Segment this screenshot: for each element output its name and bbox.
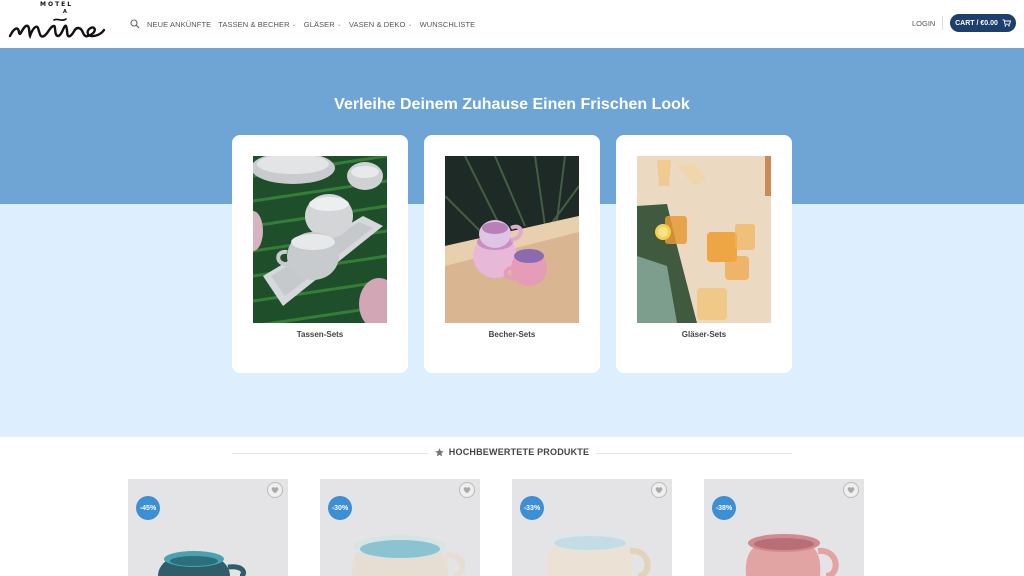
category-label[interactable]: Becher-Sets — [424, 330, 600, 339]
cart-icon — [1002, 19, 1011, 27]
login-link[interactable]: LOGIN — [912, 19, 935, 28]
category-card-tassen-sets[interactable]: Tassen-Sets — [232, 135, 408, 373]
product-image[interactable] — [512, 479, 672, 576]
category-label[interactable]: Gläser-Sets — [616, 330, 792, 339]
nav-item-vasen-deko[interactable]: VASEN & DEKO ⌄ — [349, 20, 413, 29]
heart-icon — [271, 487, 279, 494]
header-divider — [942, 16, 943, 30]
logo-mark — [8, 18, 106, 40]
hero-title: Verleihe Deinem Zuhause Einen Frischen L… — [334, 96, 690, 113]
category-card-becher-sets[interactable]: Becher-Sets — [424, 135, 600, 373]
logo[interactable]: MOTEL A — [8, 0, 108, 46]
product-card[interactable]: -45% — [128, 479, 288, 576]
discount-badge: -45% — [136, 496, 160, 520]
heart-icon — [463, 487, 471, 494]
chevron-down-icon: ⌄ — [336, 21, 342, 28]
chevron-down-icon: ⌄ — [291, 21, 297, 28]
chevron-down-icon: ⌄ — [407, 21, 413, 28]
section-title: HOCHBEWERTETE PRODUKTE — [428, 447, 596, 457]
category-image-tassen-sets[interactable] — [253, 156, 387, 323]
nav-item-glaeser[interactable]: GLÄSER ⌄ — [304, 20, 342, 29]
cart-label: CART / €0.00 — [955, 19, 998, 27]
nav-item-label: VASEN & DEKO — [348, 19, 406, 29]
heart-icon — [655, 487, 663, 494]
discount-badge: -38% — [712, 496, 736, 520]
star-icon — [435, 447, 444, 456]
search-icon[interactable] — [130, 19, 140, 29]
category-card-glaeser-sets[interactable]: Gläser-Sets — [616, 135, 792, 373]
product-image[interactable] — [320, 479, 480, 576]
site-header: MOTEL A NEUE ANKÜNFTE TASSEN & BECHER ⌄ G… — [0, 0, 1024, 48]
nav-item-label: TASSEN & BECHER — [218, 19, 290, 29]
section-header: HOCHBEWERTETE PRODUKTE — [0, 447, 1024, 457]
nav-item-wunschliste[interactable]: WUNSCHLISTE — [420, 20, 476, 29]
main-nav: NEUE ANKÜNFTE TASSEN & BECHER ⌄ GLÄSER ⌄ V… — [130, 17, 482, 31]
cart-button[interactable]: CART / €0.00 — [950, 14, 1016, 32]
product-image[interactable] — [704, 479, 864, 576]
product-card[interactable]: -33% — [512, 479, 672, 576]
category-image-glaeser-sets[interactable] — [637, 156, 771, 323]
product-card[interactable]: -38% — [704, 479, 864, 576]
nav-item-label: WUNSCHLISTE — [419, 19, 476, 29]
nav-item-label: GLÄSER — [303, 19, 335, 29]
category-image-becher-sets[interactable] — [445, 156, 579, 323]
wishlist-button[interactable] — [843, 482, 859, 498]
nav-item-tassen-becher[interactable]: TASSEN & BECHER ⌄ — [218, 20, 297, 29]
discount-badge: -30% — [328, 496, 352, 520]
section-title-text: HOCHBEWERTETE PRODUKTE — [448, 447, 590, 457]
nav-item-label: NEUE ANKÜNFTE — [147, 19, 212, 29]
nav-item-neue-ankuenfte[interactable]: NEUE ANKÜNFTE — [147, 20, 211, 29]
discount-badge: -33% — [520, 496, 544, 520]
category-label[interactable]: Tassen-Sets — [232, 330, 408, 339]
wishlist-button[interactable] — [267, 482, 283, 498]
product-image[interactable] — [128, 479, 288, 576]
wishlist-button[interactable] — [459, 482, 475, 498]
product-card[interactable]: -30% — [320, 479, 480, 576]
logo-top-text: MOTEL — [40, 1, 74, 8]
wishlist-button[interactable] — [651, 482, 667, 498]
heart-icon — [847, 487, 855, 494]
